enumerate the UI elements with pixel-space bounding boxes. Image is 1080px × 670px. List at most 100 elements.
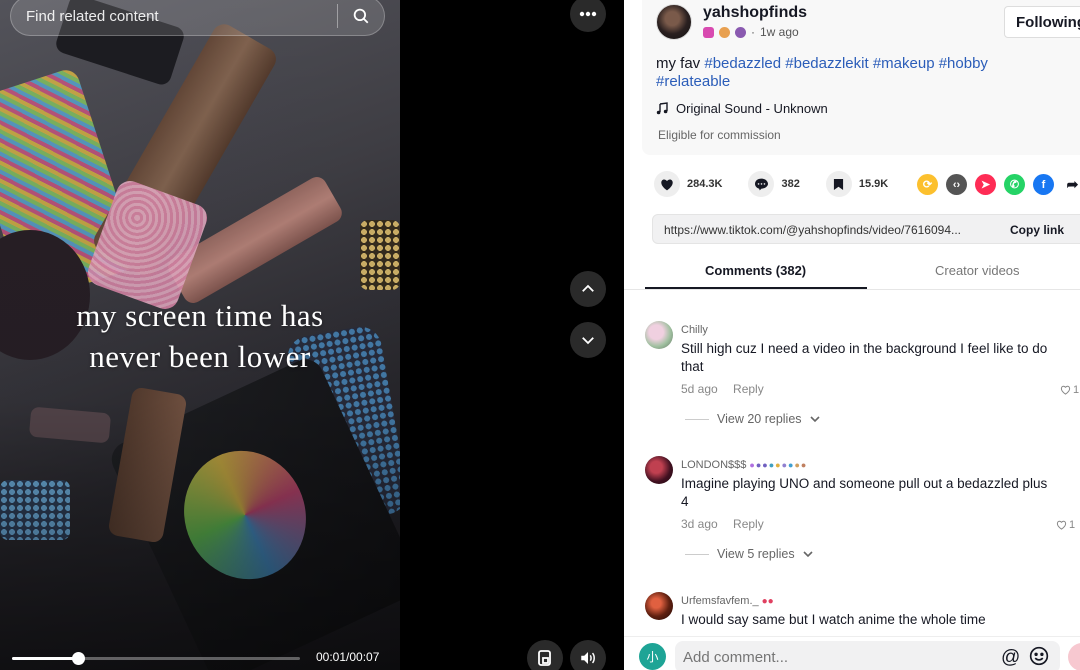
heart-outline-icon: [1060, 385, 1071, 395]
view-replies-button[interactable]: View 20 replies: [685, 412, 820, 426]
save-button[interactable]: [825, 171, 852, 197]
commenter-name-row[interactable]: LONDON$$$ ●●●●●●●●●: [681, 459, 807, 471]
commenter-name: LONDON$$$: [681, 459, 747, 471]
progress-bar[interactable]: [12, 652, 300, 665]
comment-text: Imagine playing UNO and someone pull out…: [681, 476, 1048, 509]
hashtag-link[interactable]: #hobby: [939, 55, 988, 72]
comment-text: I would say same but I watch anime the w…: [681, 612, 986, 627]
floating-player-button[interactable]: [527, 640, 563, 670]
author-meta: · 1w ago: [703, 25, 799, 39]
tab-creator-videos[interactable]: Creator videos: [935, 263, 1020, 278]
post-time: 1w ago: [760, 25, 799, 39]
panel-tabs: Comments (382) Creator videos: [624, 252, 1080, 290]
heart-outline-icon: [1056, 520, 1067, 530]
chevron-up-icon: [582, 284, 594, 292]
comment-meta: 3d ago Reply: [681, 517, 764, 531]
comment-like-count: 1: [1069, 519, 1076, 531]
emoji-icon: [735, 26, 746, 38]
reply-button[interactable]: Reply: [733, 382, 764, 396]
whatsapp-icon[interactable]: ✆: [1004, 174, 1025, 195]
author-avatar[interactable]: [656, 4, 692, 40]
comment-like-button[interactable]: 1: [1056, 519, 1075, 531]
progress-fill: [12, 657, 79, 660]
like-button[interactable]: [654, 171, 680, 197]
heart-icon: [661, 178, 673, 190]
emoji-picker-icon[interactable]: [1029, 646, 1049, 670]
volume-icon: [581, 652, 595, 664]
hashtag-link[interactable]: #bedazzlekit: [785, 55, 868, 72]
post-description: my fav #bedazzled #bedazzlekit #makeup #…: [656, 55, 1026, 91]
emoji-icon: [719, 26, 730, 38]
comment-age: 5d ago: [681, 382, 718, 396]
hashtag-link[interactable]: #bedazzled: [704, 55, 781, 72]
active-tab-indicator: [645, 287, 867, 289]
send-icon[interactable]: ➤: [975, 174, 996, 195]
replies-divider: [685, 553, 709, 555]
volume-button[interactable]: [570, 640, 606, 670]
comment-count: 382: [781, 178, 800, 190]
comment-age: 3d ago: [681, 517, 718, 531]
post-comment-button[interactable]: [1068, 643, 1080, 670]
commenter-avatar[interactable]: [645, 321, 673, 349]
more-button[interactable]: [570, 0, 606, 32]
replies-divider: [685, 418, 709, 420]
comment-icon: [754, 178, 768, 190]
video-player[interactable]: Find related content my screen time has …: [0, 0, 400, 670]
commenter-name: Urfemsfavfem._: [681, 595, 759, 607]
previous-video-button[interactable]: [570, 271, 606, 307]
post-info-card: yahshopfinds · 1w ago Following my fav #…: [642, 0, 1080, 155]
view-replies-button[interactable]: View 5 replies: [685, 547, 813, 561]
chevron-down-icon: [803, 551, 813, 558]
commenter-avatar[interactable]: [645, 592, 673, 620]
share-link-box: https://www.tiktok.com/@yahshopfinds/vid…: [652, 214, 1080, 244]
floating-player-icon: [538, 650, 551, 666]
music-note-icon: [656, 102, 668, 115]
reply-button[interactable]: Reply: [733, 517, 764, 531]
view-replies-label: View 5 replies: [717, 547, 795, 561]
progress-knob[interactable]: [72, 652, 86, 665]
commission-badge: Eligible for commission: [658, 128, 781, 142]
search-icon[interactable]: [338, 0, 384, 36]
following-button[interactable]: Following: [1004, 6, 1080, 38]
comment-composer: 小 @: [624, 636, 1080, 670]
chevron-down-icon: [582, 337, 594, 345]
comment-like-count: 1: [1073, 384, 1080, 396]
comment-like-button[interactable]: 1: [1060, 384, 1079, 396]
share-icons: ⟳ ‹› ➤ ✆ f ➦: [917, 174, 1080, 195]
embed-icon[interactable]: ‹›: [946, 174, 967, 195]
emoji-icon: [703, 26, 714, 38]
video-caption: my screen time has never been lower: [0, 295, 400, 377]
commenter-avatar[interactable]: [645, 456, 673, 484]
comment-text: Still high cuz I need a video in the bac…: [681, 341, 1048, 374]
hashtag-link[interactable]: #makeup: [873, 55, 935, 72]
cherry-emoji-icon: ●●: [761, 595, 774, 607]
share-url[interactable]: https://www.tiktok.com/@yahshopfinds/vid…: [664, 223, 994, 237]
tab-comments[interactable]: Comments (382): [705, 263, 806, 278]
hashtag-link[interactable]: #relateable: [656, 73, 730, 90]
desc-text: my fav: [656, 55, 701, 72]
search-bar[interactable]: Find related content: [10, 0, 385, 36]
mention-icon[interactable]: @: [1001, 647, 1020, 669]
chevron-down-icon: [809, 416, 820, 423]
current-user-avatar[interactable]: 小: [639, 643, 666, 670]
facebook-icon[interactable]: f: [1033, 174, 1054, 195]
detail-panel: yahshopfinds · 1w ago Following my fav #…: [624, 0, 1080, 670]
sound-link[interactable]: Original Sound - Unknown: [656, 101, 828, 116]
next-video-button[interactable]: [570, 322, 606, 358]
emoji-icon: ●●●●●●●●●: [749, 460, 808, 470]
dot-separator: ·: [751, 25, 755, 39]
engagement-bar: 284.3K 382 15.9K: [654, 171, 914, 197]
more-icon: [579, 11, 597, 17]
app-root: Find related content my screen time has …: [0, 0, 1080, 670]
commenter-name-row[interactable]: Urfemsfavfem._ ●●: [681, 595, 774, 607]
share-arrow-icon[interactable]: ➦: [1062, 174, 1080, 195]
author-username[interactable]: yahshopfinds: [703, 4, 807, 22]
commenter-name[interactable]: Chilly: [681, 324, 708, 336]
search-input[interactable]: Find related content: [11, 8, 337, 25]
comment-button[interactable]: [748, 171, 775, 197]
repost-icon[interactable]: ⟳: [917, 174, 938, 195]
caption-line: never been lower: [89, 339, 311, 374]
control-strip: [400, 0, 624, 670]
save-count: 15.9K: [858, 178, 889, 190]
copy-link-button[interactable]: Copy link: [1010, 223, 1064, 237]
